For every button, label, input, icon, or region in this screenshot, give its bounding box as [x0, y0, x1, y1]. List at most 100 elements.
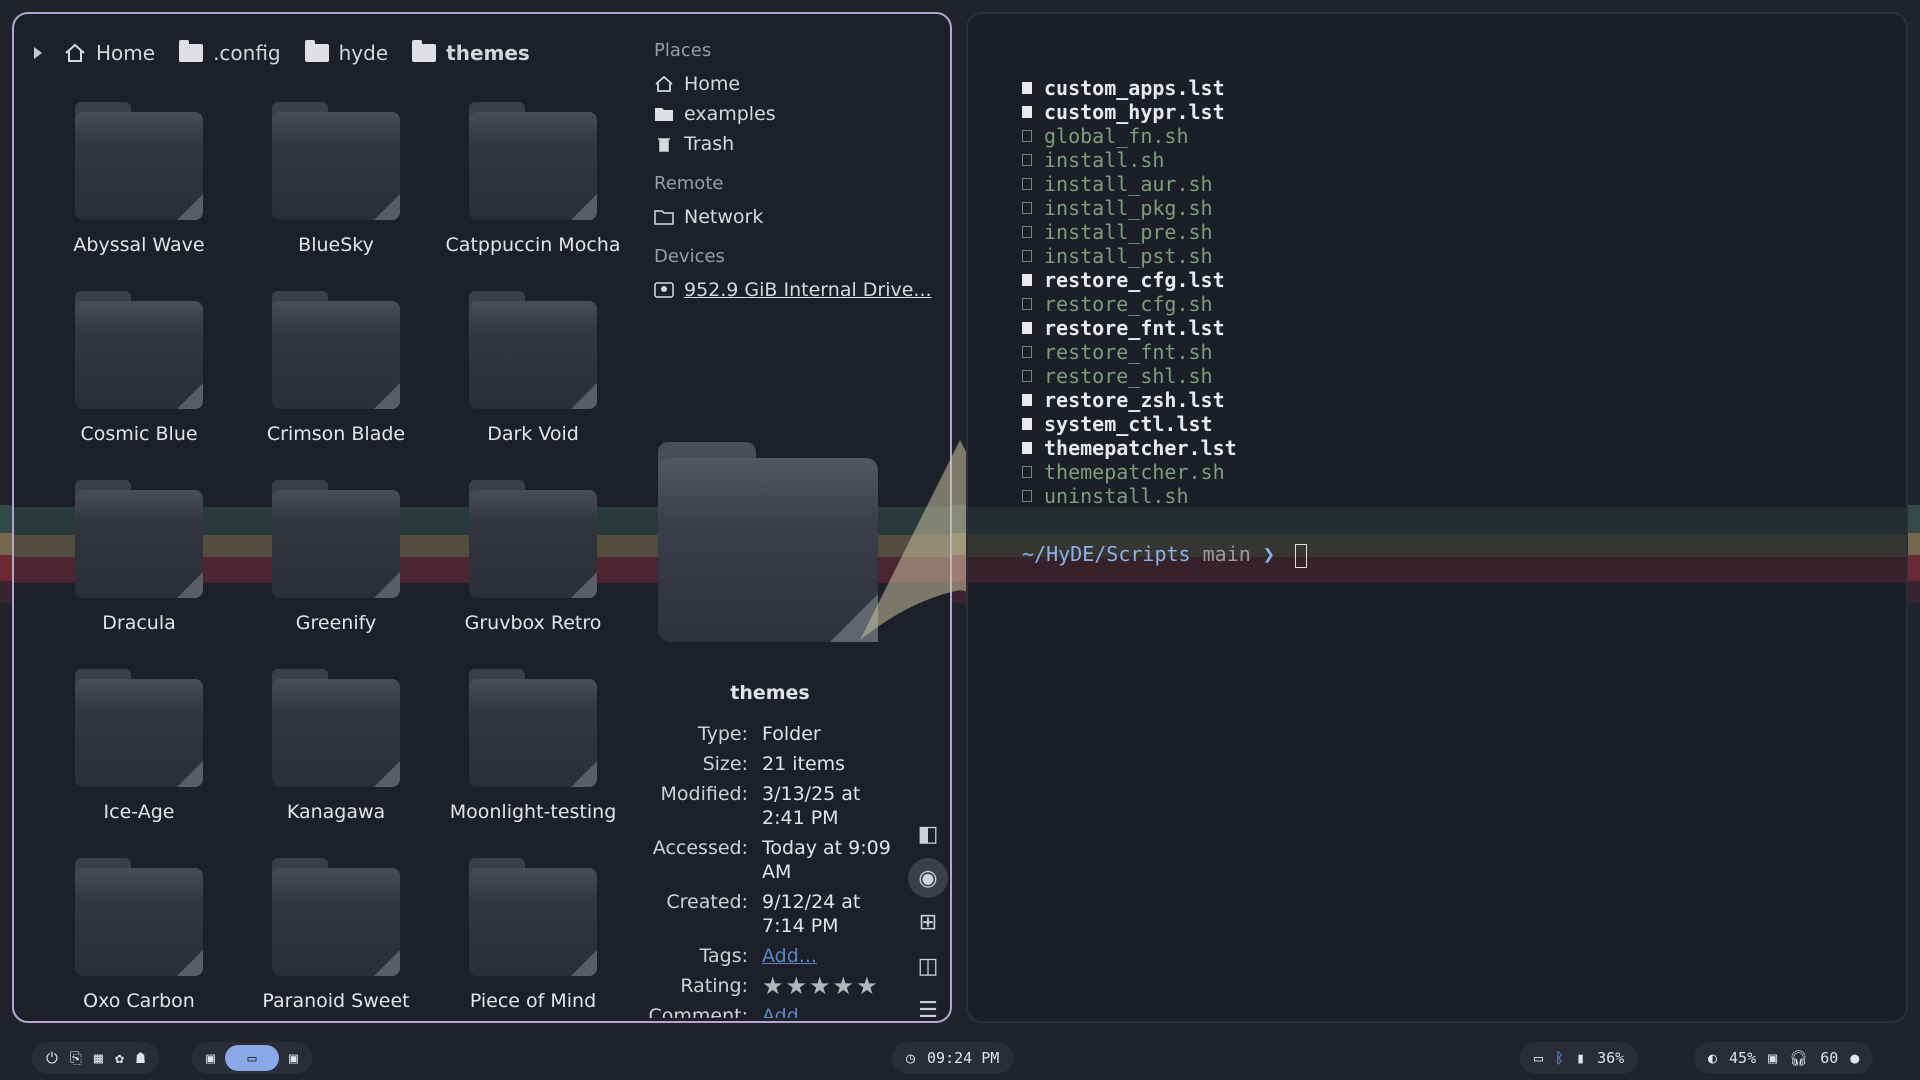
- folder-item[interactable]: Piece of Mind: [438, 858, 628, 1012]
- sidebar-item-examples[interactable]: examples: [642, 99, 932, 129]
- file-name: restore_cfg.sh: [1044, 292, 1213, 316]
- list-item: install_pst.sh: [1022, 244, 1237, 268]
- sidebar-item-label: Network: [684, 206, 764, 228]
- folder-item[interactable]: Moonlight-testing: [438, 669, 628, 823]
- drive-icon: [654, 282, 674, 298]
- folder-item[interactable]: Crimson Blade: [241, 291, 431, 445]
- sidebar-item-trash[interactable]: Trash: [642, 129, 932, 159]
- places-heading: Places: [654, 40, 712, 61]
- folder-icon: [75, 669, 203, 787]
- folder-icon: [469, 669, 597, 787]
- system-tray-left: ⏻ ⎘ ▦ ✿ ☗: [32, 1042, 159, 1074]
- preview-toggle-button[interactable]: ◉: [908, 858, 948, 898]
- comment-add-link[interactable]: Add: [762, 1004, 892, 1018]
- new-folder-button[interactable]: ⊞: [908, 902, 948, 942]
- side-toolbar: ◧ ◉ ⊞ ◫ ☰: [908, 814, 948, 1022]
- folder-icon: [75, 858, 203, 976]
- folder-item[interactable]: Ice-Age: [44, 669, 234, 823]
- prop-value: 3/13/25 at 2:41 PM: [762, 783, 861, 829]
- script-icon: [1022, 226, 1032, 238]
- folder-label: Piece of Mind: [469, 990, 597, 1012]
- sidebar-item-network[interactable]: Network: [642, 202, 932, 232]
- clock-widget[interactable]: ◷ 09:24 PM: [892, 1042, 1014, 1074]
- file-name: install_pkg.sh: [1044, 196, 1213, 220]
- list-item: themepatcher.sh: [1022, 460, 1237, 484]
- trash-icon: [658, 138, 670, 152]
- prop-key: Tags:: [699, 945, 748, 967]
- file-name: install_pre.sh: [1044, 220, 1213, 244]
- microphone-icon[interactable]: ●: [1850, 1049, 1859, 1067]
- file-name: restore_fnt.sh: [1044, 340, 1213, 364]
- sidebar-item-home[interactable]: Home: [642, 69, 932, 99]
- list-item: system_ctl.lst: [1022, 412, 1237, 436]
- battery-icon: ▮: [1576, 1049, 1586, 1067]
- folder-item[interactable]: Abyssal Wave: [44, 102, 234, 256]
- wallpaper-icon[interactable]: ▦: [94, 1049, 103, 1067]
- bookmark-button[interactable]: ◧: [908, 814, 948, 854]
- folder-item[interactable]: Catppuccin Mocha: [438, 102, 628, 256]
- monitor-icon[interactable]: ▭: [1534, 1049, 1543, 1067]
- folder-item[interactable]: Cosmic Blue: [44, 291, 234, 445]
- preview-title: themes: [730, 682, 810, 704]
- prop-row: Tags: Add...: [640, 944, 900, 968]
- prop-row: Comment: Add: [640, 1004, 900, 1018]
- file-icon: [1022, 442, 1032, 454]
- folder-icon: [75, 291, 203, 409]
- volume-level: 60: [1820, 1049, 1839, 1067]
- brightness-icon[interactable]: ◐: [1708, 1049, 1717, 1067]
- sidebar-item-label: examples: [684, 103, 776, 125]
- breadcrumb-label: .config: [213, 41, 281, 65]
- list-item: restore_shl.sh: [1022, 364, 1237, 388]
- file-name: restore_shl.sh: [1044, 364, 1213, 388]
- breadcrumb-themes[interactable]: themes: [404, 40, 538, 65]
- tags-add-link[interactable]: Add...: [762, 944, 892, 968]
- folder-item[interactable]: Oxo Carbon: [44, 858, 234, 1012]
- power-icon[interactable]: ⏻: [46, 1049, 58, 1067]
- sidebar-item-drive[interactable]: 952.9 GiB Internal Drive...: [642, 275, 932, 305]
- properties-panel: themes Type: Folder Size: 21 items Modifie…: [640, 682, 900, 1021]
- split-view-button[interactable]: ◫: [908, 946, 948, 986]
- app-icon[interactable]: ▣: [206, 1049, 215, 1067]
- folder-icon: ▭: [247, 1049, 257, 1067]
- file-name: global_fn.sh: [1044, 124, 1189, 148]
- folder-item[interactable]: Greenify: [241, 480, 431, 634]
- folder-item[interactable]: Dracula: [44, 480, 234, 634]
- file-icon: [1022, 106, 1032, 118]
- terminal-window[interactable]: custom_apps.lst custom_hypr.lst global_f…: [966, 12, 1908, 1023]
- prop-key: Created:: [666, 891, 748, 913]
- list-item: restore_cfg.sh: [1022, 292, 1237, 316]
- file-name: restore_zsh.lst: [1044, 388, 1225, 412]
- app-icon[interactable]: ▣: [289, 1049, 298, 1067]
- eye-icon: ◉: [918, 865, 938, 891]
- prompt-path: ~/HyDE/Scripts: [1022, 542, 1191, 566]
- folder-item[interactable]: BlueSky: [241, 102, 431, 256]
- headphones-icon[interactable]: 🎧︎: [1789, 1049, 1808, 1067]
- palette-icon[interactable]: ✿: [115, 1049, 124, 1067]
- file-name: restore_fnt.lst: [1044, 316, 1225, 340]
- folder-item[interactable]: Dark Void: [438, 291, 628, 445]
- folder-item[interactable]: Paranoid Sweet: [241, 858, 431, 1012]
- folder-item[interactable]: Gruvbox Retro: [438, 480, 628, 634]
- file-name: themepatcher.lst: [1044, 436, 1237, 460]
- script-icon: [1022, 346, 1032, 358]
- file-name: system_ctl.lst: [1044, 412, 1213, 436]
- breadcrumb-config[interactable]: .config: [171, 40, 289, 65]
- folder-label: Cosmic Blue: [80, 423, 198, 445]
- rating-stars[interactable]: ★★★★★: [762, 974, 892, 998]
- clipboard-icon[interactable]: ⎘: [70, 1049, 82, 1067]
- shell-prompt[interactable]: ~/HyDE/Scripts main ❯: [1022, 542, 1307, 568]
- folder-label: Gruvbox Retro: [464, 612, 602, 634]
- workspace-active-button[interactable]: ▭: [225, 1045, 280, 1071]
- gamemode-icon[interactable]: ☗: [136, 1049, 145, 1067]
- expand-arrow-icon[interactable]: [34, 47, 42, 59]
- list-item: themepatcher.lst: [1022, 436, 1237, 460]
- breadcrumb-home[interactable]: Home: [56, 41, 163, 65]
- bluetooth-icon[interactable]: ᛒ: [1555, 1049, 1564, 1067]
- folder-label: Moonlight-testing: [449, 801, 617, 823]
- split-view-icon: ◫: [917, 953, 939, 979]
- breadcrumb-hyde[interactable]: hyde: [297, 40, 397, 65]
- menu-button[interactable]: ☰: [908, 990, 948, 1022]
- display-icon[interactable]: ▣: [1768, 1049, 1777, 1067]
- brightness-percent: 45%: [1729, 1049, 1757, 1067]
- folder-item[interactable]: Kanagawa: [241, 669, 431, 823]
